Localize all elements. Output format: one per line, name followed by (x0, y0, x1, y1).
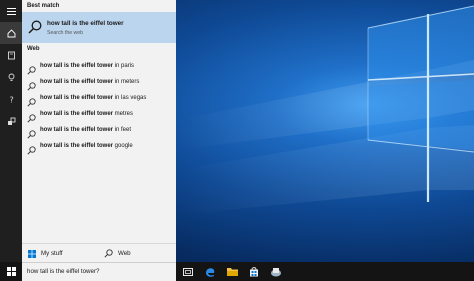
start-button[interactable] (0, 262, 22, 281)
suggestion-rest: in paris (113, 63, 135, 69)
edge-icon[interactable] (199, 262, 221, 281)
suggestion-rest: in meters (113, 79, 140, 85)
search-icon (28, 20, 42, 39)
search-icon (27, 142, 36, 160)
suggestion-bold: how tall is the eiffel tower (40, 63, 114, 69)
hamburger-icon[interactable] (0, 0, 22, 22)
notebook-icon[interactable] (0, 44, 22, 66)
best-match-heading: Best match (27, 3, 60, 9)
windows-logo-icon (6, 267, 16, 276)
suggestion-rest: google (113, 143, 133, 149)
suggestion-bold: how tall is the eiffel tower (40, 79, 114, 85)
suggestion-rest: in feet (113, 127, 132, 133)
lightbulb-icon[interactable] (0, 66, 22, 88)
search-results-panel: Best match how tall is the eiffel tower … (22, 0, 176, 262)
best-match-result[interactable]: how tall is the eiffel tower Search the … (22, 12, 176, 43)
best-match-query: how tall is the eiffel tower (47, 20, 124, 27)
my-stuff-button[interactable]: My stuff (28, 244, 63, 263)
suggestion-item[interactable]: how tall is the eiffel tower in paris (22, 59, 176, 75)
home-icon[interactable] (0, 22, 22, 44)
app-icon[interactable] (265, 262, 287, 281)
windows-icon (28, 249, 36, 258)
best-match-subtitle: Search the web (47, 30, 84, 36)
suggestion-bold: how tall is the eiffel tower (40, 111, 114, 117)
suggestion-item[interactable]: how tall is the eiffel tower metres (22, 107, 176, 123)
suggestion-item[interactable]: how tall is the eiffel tower in las vega… (22, 91, 176, 107)
feedback-icon[interactable] (0, 110, 22, 132)
suggestion-rest: metres (113, 111, 134, 117)
taskbar: how tall is the eiffel tower? (0, 262, 474, 281)
store-icon[interactable] (243, 262, 265, 281)
cortana-rail: ? (0, 0, 22, 262)
suggestion-item[interactable]: how tall is the eiffel tower in meters (22, 75, 176, 91)
suggestion-bold: how tall is the eiffel tower (40, 127, 114, 133)
my-stuff-label: My stuff (41, 250, 63, 257)
search-query-text[interactable]: how tall is the eiffel tower? (27, 268, 99, 275)
web-heading: Web (27, 46, 40, 52)
web-scope-label: Web (118, 250, 131, 257)
file-explorer-icon[interactable] (221, 262, 243, 281)
task-view-icon[interactable] (177, 262, 199, 281)
suggestion-rest: in las vegas (113, 95, 147, 101)
suggestion-bold: how tall is the eiffel tower (40, 143, 114, 149)
search-icon (104, 249, 113, 258)
suggestion-bold: how tall is the eiffel tower (40, 95, 114, 101)
help-icon[interactable]: ? (0, 88, 22, 110)
suggestion-item[interactable]: how tall is the eiffel tower in feet (22, 123, 176, 139)
suggestion-item[interactable]: how tall is the eiffel tower google (22, 139, 176, 155)
svg-text:?: ? (9, 95, 13, 104)
search-scope-bar: My stuff Web (22, 243, 176, 262)
web-scope-button[interactable]: Web (104, 244, 131, 263)
taskbar-search-box[interactable]: how tall is the eiffel tower? (22, 262, 176, 281)
